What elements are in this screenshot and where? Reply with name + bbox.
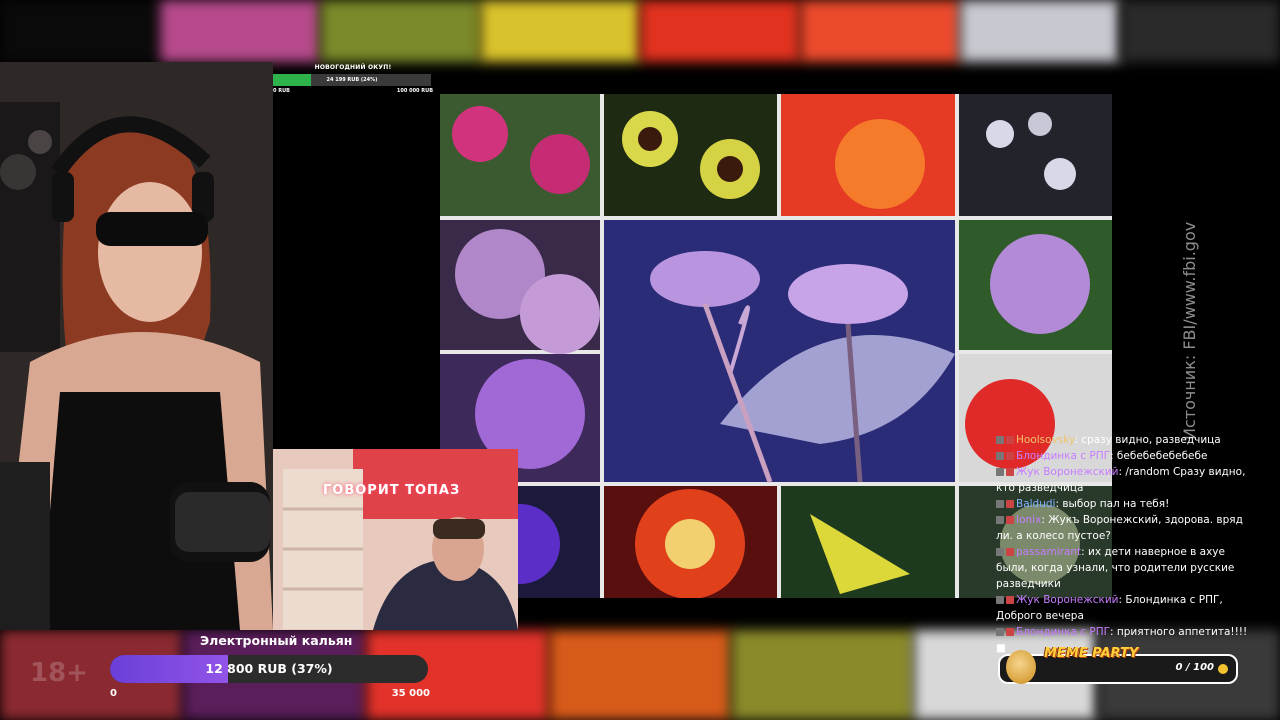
chat-badge-icon	[996, 436, 1004, 444]
chat-badge-icon	[1006, 548, 1014, 556]
chat-message: Жук Воронежский: /random Сразу видно, кт…	[996, 466, 1246, 494]
chat-badge-icon	[996, 500, 1004, 508]
chat-message: Hoolsovsky: сразу видно, разведчица	[996, 432, 1258, 448]
chat-message: passamirant: их дети наверное в ахуе был…	[996, 546, 1235, 590]
chat-username: Hoolsovsky	[1016, 434, 1075, 446]
chat-badge-icon	[996, 516, 1004, 524]
chat-text: сразу видно, разведчица	[1081, 434, 1221, 446]
goal-big-min: 0	[110, 688, 117, 699]
goal-small-max: 100 000 RUB	[396, 88, 433, 94]
chat-badge-icon	[996, 468, 1004, 476]
meme-party-count: 0 / 100	[1175, 662, 1214, 673]
chat-message: Блондинка с РПГ: бебебебебебебе	[996, 448, 1258, 464]
chat-badge-icon	[996, 628, 1004, 636]
chat-message: Ionix: Жукъ Воронежский, здорова. вряд л…	[996, 514, 1243, 542]
source-watermark: Источник: FBI/www.fbi.gov	[1180, 221, 1199, 440]
age-badge: 18+	[30, 658, 88, 688]
chat-badge-icon	[1006, 516, 1014, 524]
meme-party-widget: MEME PARTY 0 / 100	[998, 646, 1238, 684]
goal-big-max: 35 000	[391, 688, 430, 699]
chat-username: Baldudi	[1016, 498, 1056, 510]
coin-icon	[1218, 664, 1228, 674]
meme-party-label: MEME PARTY	[1044, 646, 1139, 661]
guest-webcam: ГОВОРИТ ТОПАЗ	[273, 449, 518, 630]
chat-username: passamirant	[1016, 546, 1082, 558]
chat-username: Жук Воронежский	[1016, 594, 1119, 606]
chat-username: Блондинка с РПГ	[1016, 626, 1111, 638]
chat-username: Ionix	[1016, 514, 1042, 526]
goal-small-min: 0 RUB	[273, 88, 290, 94]
goal-big-progress-bar: 12 800 RUB (37%)	[110, 655, 428, 683]
goal-small-progress-text: 24 199 RUB (24%)	[326, 77, 378, 83]
donation-goal-big: Электронный кальян 12 800 RUB (37%) 0 35…	[110, 632, 430, 707]
chat-badge-icon	[996, 548, 1004, 556]
chat-badge-icon	[1006, 628, 1014, 636]
background-blur-top	[0, 0, 1280, 62]
chat-badge-icon	[996, 596, 1004, 604]
chat-text: выбор пал на тебя!	[1062, 498, 1170, 510]
chat-text: бебебебебебебе	[1116, 450, 1208, 462]
donation-goal-small: НОВОГОДНИЙ ОКУП! 24 199 RUB (24%) 0 RUB …	[273, 64, 433, 96]
chat-badge-icon	[996, 452, 1004, 460]
chat-overlay: Hoolsovsky: сразу видно, разведчица Блонд…	[996, 432, 1258, 656]
streamer-webcam	[0, 62, 273, 630]
chat-badge-icon	[1006, 596, 1014, 604]
chat-badge-icon	[1006, 452, 1014, 460]
goal-small-title: НОВОГОДНИЙ ОКУП!	[314, 64, 392, 71]
neon-sign: ГОВОРИТ ТОПАЗ	[323, 483, 461, 498]
doge-icon	[1006, 650, 1036, 684]
chat-username: Жук Воронежский	[1016, 466, 1119, 478]
chat-badge-icon	[1006, 468, 1014, 476]
goal-big-progress-text: 12 800 RUB (37%)	[205, 661, 333, 676]
chat-badge-icon	[1006, 436, 1014, 444]
chat-message: Жук Воронежский: Блондинка с РПГ, Доброг…	[996, 594, 1223, 622]
goal-big-title: Электронный кальян	[200, 633, 353, 648]
goal-small-progress-bar: 24 199 RUB (24%)	[273, 74, 431, 86]
chat-username: Блондинка с РПГ	[1016, 450, 1111, 462]
chat-message: Baldudi: выбор пал на тебя!	[996, 496, 1258, 512]
chat-badge-icon	[1006, 500, 1014, 508]
